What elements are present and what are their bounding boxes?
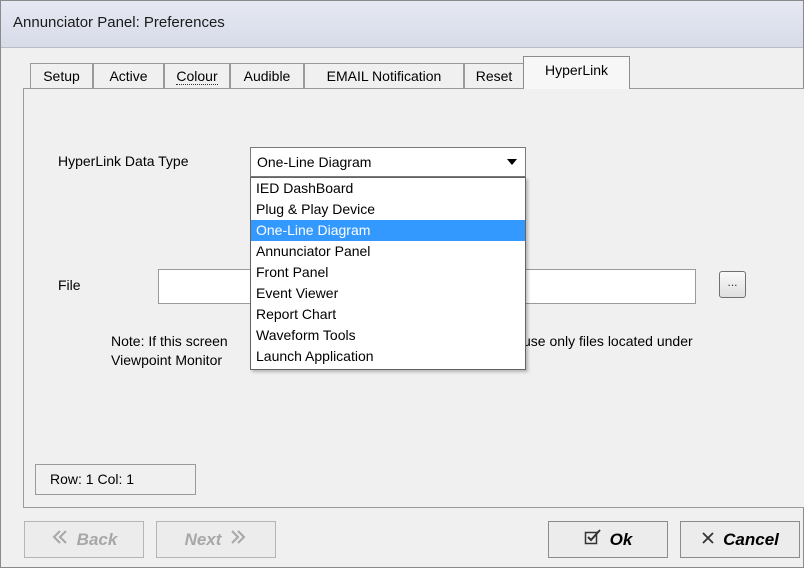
dropdown-option-waveform-tools[interactable]: Waveform Tools (251, 325, 525, 346)
browse-button[interactable]: ... (719, 271, 746, 298)
tab-email-notification[interactable]: EMAIL Notification (304, 63, 464, 88)
tab-hyperlink[interactable]: HyperLink (523, 56, 630, 89)
dropdown-option-plug-and-play-device[interactable]: Plug & Play Device (251, 199, 525, 220)
tab-active[interactable]: Active (93, 63, 164, 88)
data-type-label: HyperLink Data Type (58, 153, 189, 169)
data-type-select-value: One-Line Diagram (257, 154, 372, 170)
x-icon (701, 530, 715, 550)
tab-label: Setup (43, 68, 80, 84)
next-button-label: Next (184, 529, 222, 549)
note-line-1-start: Note: If this screen (111, 333, 228, 349)
double-chevron-left-icon (51, 529, 69, 550)
ok-button[interactable]: Ok (548, 521, 668, 558)
file-label: File (58, 277, 81, 293)
dropdown-option-front-panel[interactable]: Front Panel (251, 262, 525, 283)
data-type-select[interactable]: One-Line Diagram (250, 147, 526, 177)
dropdown-option-launch-application[interactable]: Launch Application (251, 346, 525, 367)
preferences-window: Annunciator Panel: Preferences Setup Act… (0, 0, 804, 568)
tab-audible[interactable]: Audible (230, 63, 304, 88)
tab-label: Reset (475, 68, 513, 84)
note-line-2: Viewpoint Monitor (111, 352, 223, 368)
next-button[interactable]: Next (156, 521, 276, 558)
row-col-status: Row: 1 Col: 1 (35, 464, 196, 495)
back-button[interactable]: Back (24, 521, 144, 558)
double-chevron-right-icon (229, 529, 247, 550)
note-line-1-end: use only files located under (523, 333, 693, 349)
tab-label: Audible (243, 68, 291, 84)
tab-colour[interactable]: Colour (164, 63, 230, 88)
dropdown-option-annunciator-panel[interactable]: Annunciator Panel (251, 241, 525, 262)
dropdown-option-report-chart[interactable]: Report Chart (251, 304, 525, 325)
checkbox-check-icon (584, 529, 602, 550)
data-type-dropdown-list: IED DashBoard Plug & Play Device One-Lin… (250, 177, 526, 370)
back-button-label: Back (76, 529, 118, 549)
ok-button-label: Ok (609, 529, 633, 549)
dropdown-arrow-icon[interactable] (507, 159, 517, 165)
tab-label: Colour (176, 68, 218, 85)
tab-label: EMAIL Notification (326, 68, 442, 84)
cancel-button-label: Cancel (723, 529, 779, 549)
tab-label: Active (109, 68, 148, 84)
tab-label: HyperLink (544, 62, 609, 78)
title-bar: Annunciator Panel: Preferences (1, 1, 803, 48)
dropdown-option-ied-dashboard[interactable]: IED DashBoard (251, 178, 525, 199)
tab-reset[interactable]: Reset (464, 63, 524, 88)
window-title: Annunciator Panel: Preferences (13, 14, 225, 31)
cancel-button[interactable]: Cancel (680, 521, 800, 558)
tab-setup[interactable]: Setup (30, 63, 93, 88)
dropdown-option-one-line-diagram[interactable]: One-Line Diagram (251, 220, 525, 241)
dropdown-option-event-viewer[interactable]: Event Viewer (251, 283, 525, 304)
